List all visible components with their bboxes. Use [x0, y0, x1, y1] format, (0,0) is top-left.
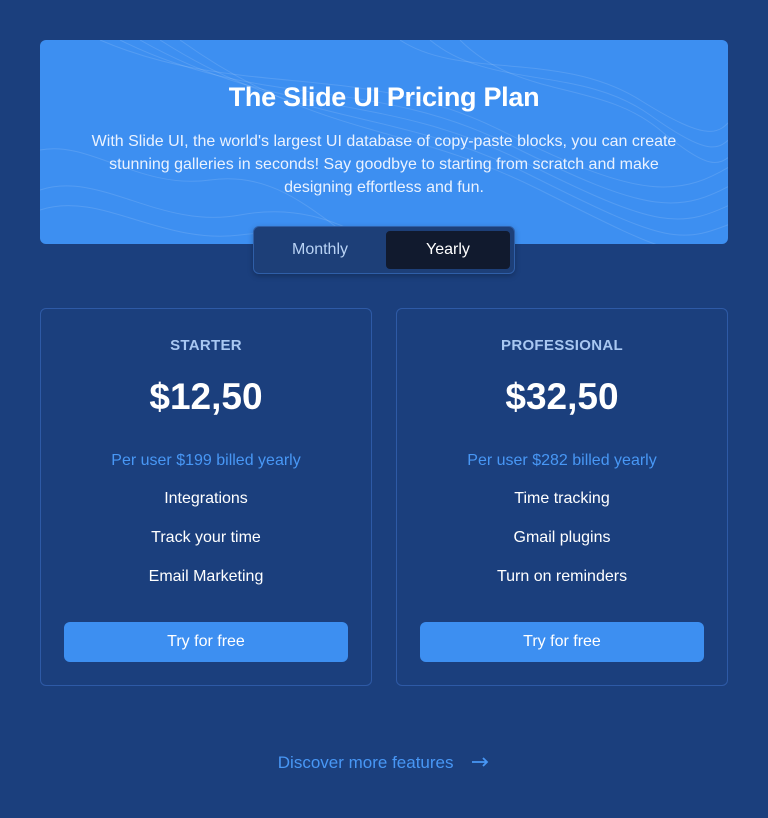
plan-name: PROFESSIONAL: [501, 337, 623, 354]
plan-card-professional: PROFESSIONAL $32,50 Per user $282 billed…: [396, 308, 728, 686]
plan-billing-note: Per user $199 billed yearly: [111, 452, 301, 469]
billing-period-toggle: Monthly Yearly: [253, 226, 515, 274]
feature-item: Track your time: [151, 529, 261, 546]
discover-more-section: Discover more features: [0, 753, 768, 773]
feature-item: Time tracking: [514, 490, 610, 507]
plan-card-starter: STARTER $12,50 Per user $199 billed year…: [40, 308, 372, 686]
plan-name: STARTER: [170, 337, 242, 354]
toggle-monthly[interactable]: Monthly: [258, 231, 382, 269]
feature-list: Time tracking Gmail plugins Turn on remi…: [397, 489, 727, 606]
feature-item: Gmail plugins: [513, 529, 611, 546]
feature-item: Integrations: [164, 490, 248, 507]
feature-list: Integrations Track your time Email Marke…: [41, 489, 371, 606]
feature-item: Turn on reminders: [496, 568, 628, 585]
hero-description: With Slide UI, the world's largest UI da…: [91, 133, 677, 196]
feature-item: Email Marketing: [148, 568, 264, 585]
try-for-free-button-professional[interactable]: Try for free: [420, 622, 704, 662]
arrow-right-icon: [472, 753, 490, 773]
pricing-page: The Slide UI Pricing Plan With Slide UI,…: [0, 0, 768, 818]
plan-price: $32,50: [505, 376, 619, 417]
plan-price: $12,50: [149, 376, 263, 417]
plan-billing-note: Per user $282 billed yearly: [467, 452, 657, 469]
page-title: The Slide UI Pricing Plan: [228, 82, 540, 112]
try-for-free-button-starter[interactable]: Try for free: [64, 622, 348, 662]
toggle-yearly[interactable]: Yearly: [386, 231, 510, 269]
discover-more-link[interactable]: Discover more features: [278, 753, 490, 772]
discover-more-label: Discover more features: [277, 753, 454, 772]
hero-banner: The Slide UI Pricing Plan With Slide UI,…: [40, 40, 728, 244]
